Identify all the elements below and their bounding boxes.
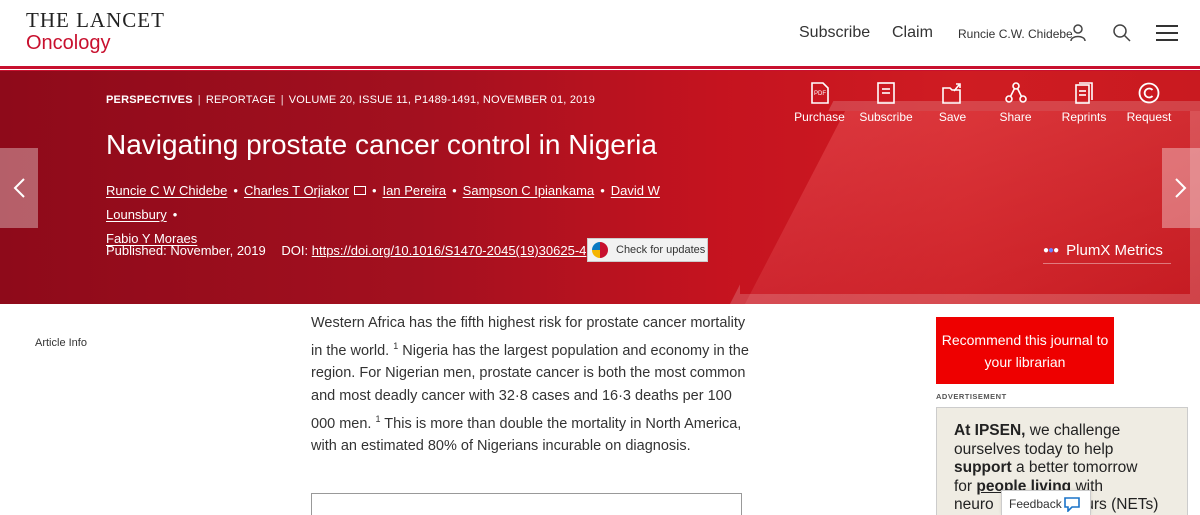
chevron-right-icon xyxy=(1175,178,1187,198)
author-link[interactable]: Runcie C W Chidebe xyxy=(106,183,227,198)
article-meta: PERSPECTIVES | REPORTAGE | VOLUME 20, ISSUE … xyxy=(106,94,596,106)
site-header: THE LANCET Oncology Subscribe Claim Runc… xyxy=(0,0,1200,66)
feedback-label: Feedback xyxy=(1009,497,1062,511)
logo-bottom-text: Oncology xyxy=(26,32,111,54)
subscribe-action-label: Subscribe xyxy=(859,110,913,124)
share-label: Share xyxy=(999,110,1032,124)
hero-photo-frame xyxy=(730,101,1200,304)
article-actions: PDF Purchase Subscribe Save Share Reprin… xyxy=(790,82,1181,124)
reprints-button[interactable]: Reprints xyxy=(1057,82,1111,124)
feedback-button[interactable]: Feedback xyxy=(1001,490,1091,515)
purchase-label: Purchase xyxy=(794,110,845,124)
share-button[interactable]: Share xyxy=(986,82,1045,124)
article-section[interactable]: PERSPECTIVES xyxy=(106,94,193,106)
advertisement-label: ADVERTISEMENT xyxy=(936,392,1007,401)
subscribe-action-button[interactable]: Subscribe xyxy=(853,82,919,124)
chevron-left-icon xyxy=(13,178,25,198)
svg-text:PDF: PDF xyxy=(814,91,826,97)
request-label: Request xyxy=(1126,110,1172,124)
author-link[interactable]: Sampson C Ipiankama xyxy=(463,183,595,198)
publication-info: Published: November, 2019 DOI: https://d… xyxy=(106,243,586,258)
article-type: REPORTAGE xyxy=(205,94,276,106)
crossmark-icon xyxy=(592,242,608,258)
subscribe-link[interactable]: Subscribe xyxy=(799,24,870,42)
plumx-label: PlumX Metrics xyxy=(1066,242,1163,259)
doi-link[interactable]: https://doi.org/10.1016/S1470-2045(19)30… xyxy=(312,243,587,258)
article-title: Navigating prostate cancer control in Ni… xyxy=(106,129,657,160)
chat-bubble-icon xyxy=(1064,497,1080,512)
check-updates-label: Check for updates xyxy=(616,244,706,256)
author-link[interactable]: Ian Pereira xyxy=(383,183,447,198)
pdf-icon: PDF xyxy=(810,82,829,104)
request-button[interactable]: Request xyxy=(1121,82,1177,124)
user-name[interactable]: Runcie C.W. Chidebe xyxy=(958,27,1073,41)
reference-link[interactable]: 1 xyxy=(393,341,398,351)
doi-label: DOI: xyxy=(281,243,309,258)
journal-logo[interactable]: THE LANCET Oncology xyxy=(26,9,165,55)
plumx-metrics-link[interactable]: ●●● PlumX Metrics xyxy=(1043,238,1171,264)
purchase-button[interactable]: PDF Purchase xyxy=(790,82,849,124)
plumx-icon: ●●● xyxy=(1043,245,1059,256)
search-icon[interactable] xyxy=(1112,23,1132,48)
reprints-icon xyxy=(1075,82,1093,104)
user-icon[interactable] xyxy=(1070,24,1086,47)
article-info-link[interactable]: Article Info xyxy=(35,337,87,349)
journal-icon xyxy=(877,82,895,104)
menu-icon[interactable] xyxy=(1156,24,1178,47)
recommend-journal-button[interactable]: Recommend this journal to your librarian xyxy=(936,317,1114,384)
article-citation: VOLUME 20, ISSUE 11, P1489-1491, NOVEMBE… xyxy=(288,94,596,106)
logo-top-text: THE LANCET xyxy=(26,8,165,32)
share-icon xyxy=(1004,82,1027,103)
article-body: Western Africa has the fifth highest ris… xyxy=(311,312,751,458)
save-button[interactable]: Save xyxy=(923,82,982,124)
reprints-label: Reprints xyxy=(1061,110,1107,124)
save-label: Save xyxy=(938,110,967,124)
previous-article-button[interactable] xyxy=(0,148,38,228)
copyright-icon xyxy=(1138,82,1160,104)
author-link[interactable]: Charles T Orjiakor xyxy=(244,183,349,198)
published-label: Published: xyxy=(106,243,167,258)
header-divider xyxy=(0,66,1200,69)
next-article-button[interactable] xyxy=(1162,148,1200,228)
email-icon[interactable] xyxy=(353,186,366,195)
claim-link[interactable]: Claim xyxy=(892,24,933,42)
article-hero: PERSPECTIVES | REPORTAGE | VOLUME 20, ISSUE … xyxy=(0,71,1200,304)
check-for-updates-button[interactable]: Check for updates xyxy=(587,238,708,262)
save-icon xyxy=(941,83,961,104)
reference-link[interactable]: 1 xyxy=(376,414,381,424)
published-date: November, 2019 xyxy=(170,243,266,258)
figure-placeholder xyxy=(311,493,742,515)
